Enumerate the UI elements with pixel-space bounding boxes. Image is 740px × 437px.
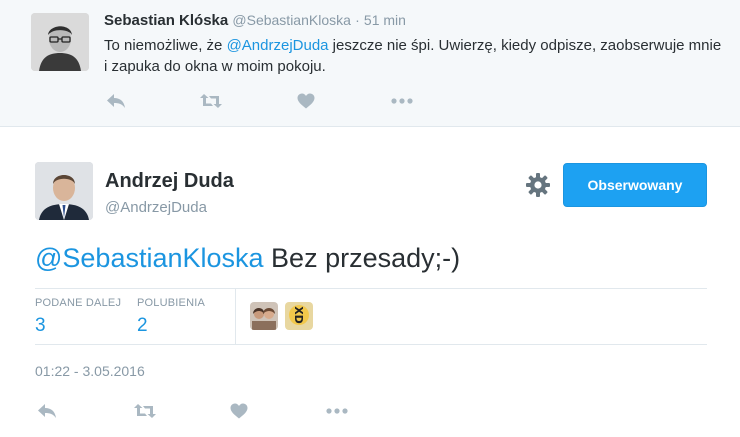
main-tweet-actions <box>35 400 365 422</box>
parent-time-ago[interactable]: 51 min <box>364 12 406 28</box>
heart-icon <box>230 403 248 419</box>
parent-tweet[interactable]: Sebastian Klóska @SebastianKloska · 51 m… <box>0 0 740 127</box>
retweet-icon <box>134 404 156 418</box>
retweets-stat[interactable]: PODANE DALEJ 3 <box>35 297 121 337</box>
retweet-button[interactable] <box>199 90 223 112</box>
separator-dot: · <box>355 12 360 28</box>
duda-avatar[interactable] <box>35 162 93 220</box>
liker-avatar[interactable]: XD <box>285 302 313 330</box>
main-author-handle[interactable]: @AndrzejDuda <box>105 199 207 216</box>
parent-tweet-text: To niemożliwe, że @AndrzejDuda jeszcze n… <box>104 35 724 77</box>
likes-stat[interactable]: POLUBIENIA 2 <box>137 297 205 337</box>
retweets-label: PODANE DALEJ <box>35 297 122 309</box>
main-author-name[interactable]: Andrzej Duda <box>105 170 234 193</box>
mention-link[interactable]: @AndrzejDuda <box>227 37 329 54</box>
reply-button[interactable] <box>104 90 128 112</box>
retweet-icon <box>200 94 222 108</box>
mention-link[interactable]: @SebastianKloska <box>35 243 264 273</box>
like-button[interactable] <box>294 90 318 112</box>
sebastian-avatar[interactable] <box>31 13 89 71</box>
following-button[interactable]: Obserwowany <box>563 163 707 207</box>
tweet-stats: PODANE DALEJ 3 POLUBIENIA 2 XD <box>35 288 707 345</box>
person-photo-icon <box>35 162 93 220</box>
more-button[interactable] <box>390 90 414 112</box>
liker-avatar[interactable] <box>250 302 278 330</box>
main-tweet-text: @SebastianKloska Bez przesady;-) <box>35 240 460 276</box>
parent-author-name[interactable]: Sebastian Klóska <box>104 12 228 29</box>
heart-icon <box>297 93 315 109</box>
parent-tweet-header: Sebastian Klóska @SebastianKloska · 51 m… <box>104 12 406 29</box>
more-icon <box>326 408 348 414</box>
likes-count: 2 <box>137 315 148 336</box>
like-button[interactable] <box>227 400 251 422</box>
avatar-xd-icon: XD <box>285 302 313 330</box>
reply-icon <box>38 404 56 418</box>
parent-author-handle[interactable]: @SebastianKloska <box>232 12 351 28</box>
more-icon <box>391 98 413 104</box>
stats-divider <box>235 289 236 345</box>
reply-icon <box>107 94 125 108</box>
tweet-timestamp[interactable]: 01:22 - 3.05.2016 <box>35 363 145 379</box>
svg-text:XD: XD <box>292 306 305 324</box>
person-photo-icon <box>31 13 89 71</box>
avatar-two-people-icon <box>250 302 278 330</box>
more-button[interactable] <box>325 400 349 422</box>
user-actions-button[interactable] <box>525 172 551 198</box>
likes-label: POLUBIENIA <box>137 297 206 309</box>
parent-text-prefix: To niemożliwe, że <box>104 37 227 54</box>
retweet-button[interactable] <box>133 400 157 422</box>
retweets-count: 3 <box>35 315 46 336</box>
reply-button[interactable] <box>35 400 59 422</box>
main-text-body: Bez przesady;-) <box>263 243 461 273</box>
parent-tweet-actions <box>104 90 424 112</box>
gear-icon <box>526 173 550 197</box>
